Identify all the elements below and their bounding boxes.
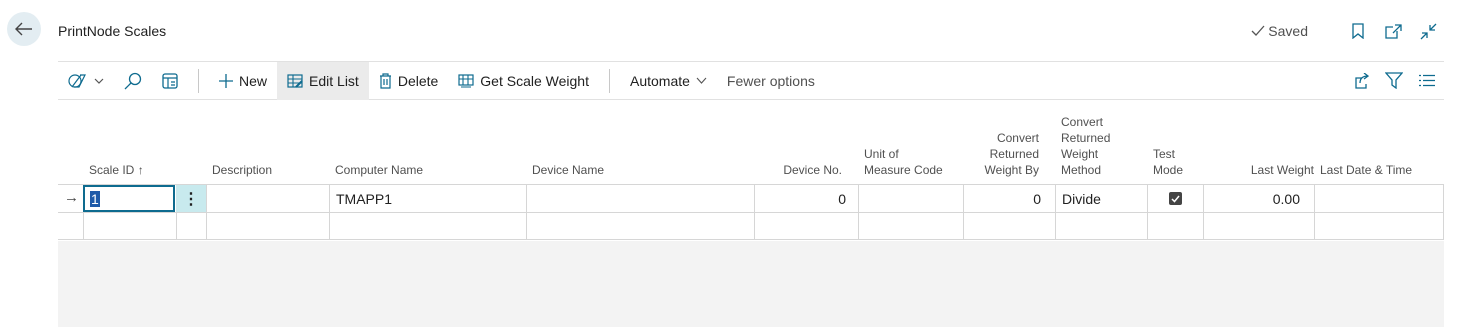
- layout-button[interactable]: [152, 62, 188, 100]
- test-mode-cell[interactable]: [1147, 213, 1203, 240]
- open-new-window-button[interactable]: [1382, 20, 1404, 42]
- grid-right-border: [1443, 185, 1444, 212]
- open-in-new-window-icon: [1384, 23, 1402, 39]
- unit-of-measure-cell[interactable]: [858, 185, 963, 212]
- sort-ascending-icon: ↑: [137, 163, 144, 177]
- page-title: PrintNode Scales: [58, 23, 167, 39]
- test-mode-checkbox[interactable]: [1169, 192, 1182, 205]
- search-icon: [124, 72, 142, 89]
- delete-label: Delete: [397, 72, 439, 89]
- scale-id-cell[interactable]: [83, 213, 176, 240]
- layout-icon: [162, 72, 178, 89]
- back-arrow-icon: [15, 22, 32, 36]
- back-button[interactable]: [7, 12, 41, 46]
- checkmark-icon: [1171, 195, 1180, 203]
- row-actions-cell: [176, 213, 206, 240]
- saved-status: Saved: [1251, 23, 1308, 39]
- description-cell[interactable]: [206, 213, 329, 240]
- column-header-scale-id[interactable]: Scale ID ↑: [89, 162, 144, 178]
- new-label: New: [239, 72, 268, 89]
- scale-weight-icon: [458, 73, 474, 88]
- fewer-options-label: Fewer options: [726, 72, 815, 89]
- automate-menu[interactable]: Automate: [620, 62, 717, 100]
- grid-right-border: [1443, 213, 1444, 240]
- device-name-cell[interactable]: [526, 185, 754, 212]
- convert-weight-by-cell[interactable]: [963, 213, 1055, 240]
- table-row[interactable]: → 1 ⋮ TMAPP1 0 0 Divide 0.00: [58, 184, 1444, 212]
- column-header-device-name[interactable]: Device Name: [532, 162, 604, 178]
- fewer-options-button[interactable]: Fewer options: [717, 62, 825, 100]
- unit-of-measure-cell[interactable]: [858, 213, 963, 240]
- last-weight-cell[interactable]: 0.00: [1203, 185, 1314, 212]
- last-weight-cell[interactable]: [1203, 213, 1314, 240]
- filter-icon[interactable]: [1385, 72, 1403, 89]
- edit-list-label: Edit List: [309, 72, 359, 89]
- get-scale-weight-button[interactable]: Get Scale Weight: [448, 62, 599, 100]
- action-toolbar: New Edit List Delete Get Scale Weight Au…: [58, 61, 1444, 100]
- current-row-arrow-icon: →: [64, 189, 79, 206]
- toolbar-right-actions: [1351, 72, 1444, 89]
- collapse-icon: [1420, 23, 1436, 39]
- plus-icon: [219, 73, 233, 88]
- computer-name-cell[interactable]: TMAPP1: [329, 185, 526, 212]
- column-header-computer-name[interactable]: Computer Name: [335, 162, 423, 178]
- trash-icon: [379, 72, 391, 89]
- grid-empty-area: [58, 241, 1444, 327]
- list-icon[interactable]: [1419, 74, 1435, 87]
- last-date-time-cell[interactable]: [1314, 213, 1443, 240]
- checkmark-icon: [1251, 25, 1265, 36]
- chevron-down-icon: [696, 77, 707, 84]
- column-header-unit-of-measure[interactable]: Unit of Measure Code: [864, 146, 943, 178]
- column-header-convert-weight-method[interactable]: Convert Returned Weight Method: [1061, 114, 1110, 178]
- test-mode-cell[interactable]: [1147, 185, 1203, 212]
- device-no-cell[interactable]: 0: [754, 185, 858, 212]
- saved-label: Saved: [1268, 23, 1308, 39]
- last-date-time-cell[interactable]: [1314, 185, 1443, 212]
- collapse-button[interactable]: [1417, 20, 1439, 42]
- column-header-last-weight[interactable]: Last Weight: [1208, 162, 1314, 178]
- grid-header: Scale ID ↑ Description Computer Name Dev…: [58, 108, 1444, 184]
- convert-weight-method-cell[interactable]: Divide: [1055, 185, 1147, 212]
- get-scale-weight-label: Get Scale Weight: [480, 72, 589, 89]
- description-cell[interactable]: [206, 185, 329, 212]
- column-header-description[interactable]: Description: [212, 162, 272, 178]
- convert-weight-method-cell[interactable]: [1055, 213, 1147, 240]
- toolbar-divider: [198, 68, 199, 93]
- convert-weight-by-cell[interactable]: 0: [963, 185, 1055, 212]
- column-header-device-no[interactable]: Device No.: [758, 162, 842, 178]
- row-actions-button[interactable]: ⋮: [176, 185, 206, 212]
- column-header-test-mode[interactable]: Test Mode: [1153, 146, 1183, 178]
- toolbar-divider: [608, 68, 610, 93]
- bookmark-button[interactable]: [1347, 20, 1369, 42]
- table-row-empty[interactable]: [58, 212, 1444, 240]
- automate-label: Automate: [629, 72, 690, 89]
- views-icon: [68, 73, 86, 88]
- more-vertical-icon: ⋮: [183, 190, 199, 208]
- device-name-cell[interactable]: [526, 213, 754, 240]
- search-button[interactable]: [114, 62, 152, 100]
- column-header-last-date-time[interactable]: Last Date & Time: [1320, 162, 1412, 178]
- device-no-cell[interactable]: [754, 213, 858, 240]
- edit-list-button[interactable]: Edit List: [277, 61, 369, 100]
- column-header-convert-weight-by[interactable]: Convert Returned Weight By: [968, 130, 1039, 178]
- scales-grid: Scale ID ↑ Description Computer Name Dev…: [58, 108, 1444, 240]
- bookmark-icon: [1352, 23, 1364, 39]
- delete-button[interactable]: Delete: [369, 62, 448, 100]
- scale-id-input[interactable]: 1: [83, 185, 175, 212]
- new-button[interactable]: New: [209, 62, 277, 100]
- chevron-down-icon: [94, 78, 104, 84]
- share-icon[interactable]: [1351, 72, 1369, 89]
- edit-list-icon: [287, 73, 303, 88]
- computer-name-cell[interactable]: [329, 213, 526, 240]
- header-actions: Saved: [1251, 20, 1439, 42]
- views-button[interactable]: [58, 62, 114, 100]
